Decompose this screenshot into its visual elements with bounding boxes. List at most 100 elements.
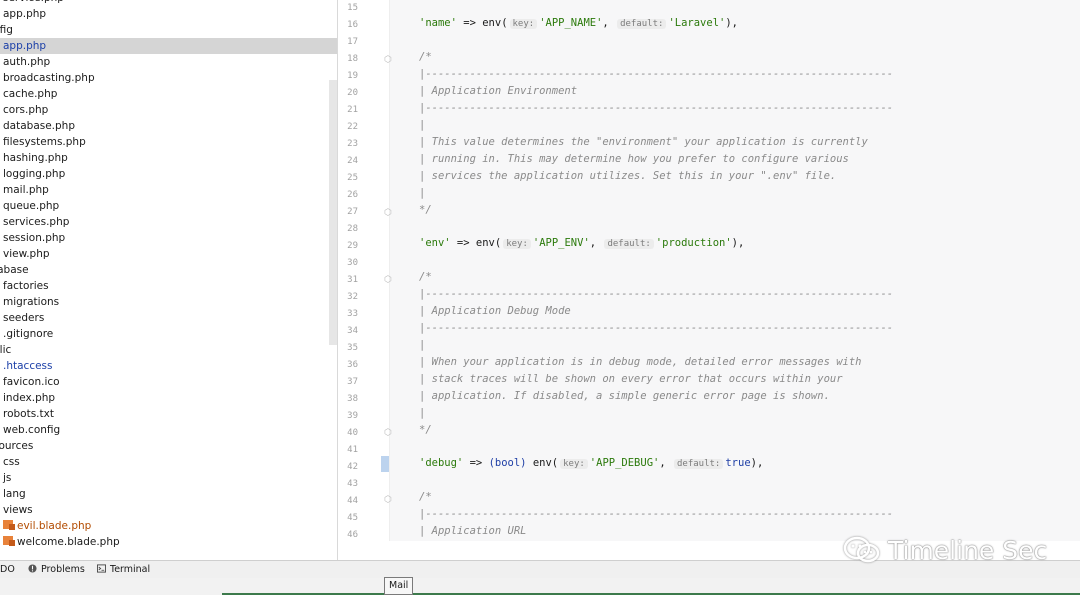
fold-icon[interactable]: ⬡	[384, 495, 392, 505]
tree-file[interactable]: auth.php	[0, 54, 337, 70]
tree-folder[interactable]: nfig	[0, 22, 330, 38]
tree-file[interactable]: factories	[0, 278, 337, 294]
code-line-38[interactable]: | application. If disabled, a simple gen…	[419, 390, 830, 402]
line-number: 26	[347, 190, 358, 200]
line-number: 30	[347, 258, 358, 268]
fold-icon[interactable]: ⬡	[384, 55, 392, 65]
tree-file[interactable]: view.php	[0, 246, 337, 262]
code-line-18[interactable]: /*	[419, 51, 432, 63]
tree-file[interactable]: session.php	[0, 230, 337, 246]
line-number: 41	[347, 445, 358, 455]
code-line-33[interactable]: | Application Debug Mode	[419, 305, 571, 317]
tree-item-label: view.php	[3, 248, 50, 260]
code-line-40[interactable]: */	[419, 424, 432, 436]
fold-icon[interactable]: ⬡	[384, 208, 392, 218]
line-number: 28	[347, 224, 358, 234]
tree-file[interactable]: lang	[0, 486, 337, 502]
terminal-tab[interactable]: Terminal	[97, 563, 150, 577]
code-line-35[interactable]: |	[419, 339, 425, 351]
tree-file[interactable]: cache.php	[0, 86, 337, 102]
line-number: 44	[347, 496, 358, 506]
tree-file[interactable]: filesystems.php	[0, 134, 337, 150]
code-line-21[interactable]: |---------------------------------------…	[419, 102, 893, 114]
tree-item-label: lang	[3, 488, 26, 500]
code-line-27[interactable]: */	[419, 204, 432, 216]
tree-file[interactable]: .gitignore	[0, 326, 337, 342]
code-line-23[interactable]: | This value determines the "environment…	[419, 136, 868, 148]
tree-folder[interactable]: blic	[0, 342, 330, 358]
tree-file[interactable]: app.php	[0, 6, 337, 22]
line-number: 29	[347, 241, 358, 251]
line-number: 35	[347, 343, 358, 353]
line-number: 24	[347, 156, 358, 166]
code-line-34[interactable]: |---------------------------------------…	[419, 322, 893, 334]
code-line-32[interactable]: |---------------------------------------…	[419, 288, 893, 300]
tree-item-label: factories	[3, 280, 49, 292]
fold-icon[interactable]: ⬡	[384, 275, 392, 285]
code-line-24[interactable]: | running in. This may determine how you…	[419, 153, 849, 165]
tree-item-label: services.php	[3, 216, 70, 228]
line-number: 34	[347, 326, 358, 336]
tree-folder[interactable]: tabase	[0, 262, 330, 278]
code-line-20[interactable]: | Application Environment	[419, 85, 577, 97]
code-line-42[interactable]: 'debug' => (bool) env(key: 'APP_DEBUG', d…	[419, 457, 763, 469]
tree-file[interactable]: web.config	[0, 422, 337, 438]
tree-file[interactable]: hashing.php	[0, 150, 337, 166]
blade-file-icon	[3, 520, 15, 530]
line-number: 23	[347, 139, 358, 149]
tree-file[interactable]: css	[0, 454, 337, 470]
tree-file[interactable]: favicon.ico	[0, 374, 337, 390]
tree-file[interactable]: index.php	[0, 390, 337, 406]
param-hint-default: default:	[604, 239, 654, 249]
tree-file[interactable]: seeders	[0, 310, 337, 326]
tree-folder[interactable]: sources	[0, 438, 330, 454]
tree-item-label: js	[3, 472, 12, 484]
tree-file[interactable]: evil.blade.php	[0, 518, 337, 534]
tree-file[interactable]: js	[0, 470, 337, 486]
code-line-16[interactable]: 'name' => env(key: 'APP_NAME', default: 'L…	[419, 17, 738, 29]
code-line-25[interactable]: | services the application utilizes. Set…	[419, 170, 836, 182]
tree-file[interactable]: app.php	[0, 38, 337, 54]
line-number: 37	[347, 377, 358, 387]
tree-item-label: queue.php	[3, 200, 60, 212]
tree-file[interactable]: database.php	[0, 118, 337, 134]
fold-icon[interactable]: ⬡	[384, 428, 392, 438]
line-number: 36	[347, 360, 358, 370]
code-line-22[interactable]: |	[419, 119, 425, 131]
tree-item-label: web.config	[3, 424, 61, 436]
code-line-44[interactable]: /*	[419, 491, 432, 503]
tree-file[interactable]: logging.php	[0, 166, 337, 182]
code-line-46[interactable]: | Application URL	[419, 525, 526, 537]
line-number: 19	[347, 71, 358, 81]
problems-tab[interactable]: Problems	[28, 563, 85, 577]
line-number: 43	[347, 479, 358, 489]
code-line-37[interactable]: | stack traces will be shown on every er…	[419, 373, 843, 385]
tree-file[interactable]: .htaccess	[0, 358, 337, 374]
tree-file[interactable]: mail.php	[0, 182, 337, 198]
tree-file[interactable]: views	[0, 502, 337, 518]
tree-item-label: session.php	[3, 232, 66, 244]
tree-file[interactable]: queue.php	[0, 198, 337, 214]
tree-file[interactable]: welcome.blade.php	[0, 534, 337, 550]
todo-tab[interactable]: DO	[0, 563, 15, 577]
line-number: 45	[347, 513, 358, 523]
param-hint-key: key:	[560, 459, 588, 469]
tree-file[interactable]: migrations	[0, 294, 337, 310]
tree-file[interactable]: services.php	[0, 214, 337, 230]
project-tree[interactable]: service.php app.php nfig app.php auth.php bro…	[0, 0, 338, 560]
code-line-36[interactable]: | When your application is in debug mode…	[419, 356, 862, 368]
line-number: 20	[347, 88, 358, 98]
code-line-39[interactable]: |	[419, 407, 425, 419]
line-number: 18	[347, 54, 358, 64]
problems-icon	[28, 564, 37, 573]
code-line-45[interactable]: |---------------------------------------…	[419, 508, 893, 520]
tree-file[interactable]: cors.php	[0, 102, 337, 118]
code-line-26[interactable]: |	[419, 187, 425, 199]
code-line-19[interactable]: |---------------------------------------…	[419, 68, 893, 80]
watermark-text: Timeline Sec	[888, 535, 1048, 565]
tree-file[interactable]: broadcasting.php	[0, 70, 337, 86]
code-line-31[interactable]: /*	[419, 271, 432, 283]
terminal-label: Terminal	[110, 564, 151, 575]
tree-file[interactable]: robots.txt	[0, 406, 337, 422]
code-line-29[interactable]: 'env' => env(key: 'APP_ENV', default:'pro…	[419, 237, 744, 249]
